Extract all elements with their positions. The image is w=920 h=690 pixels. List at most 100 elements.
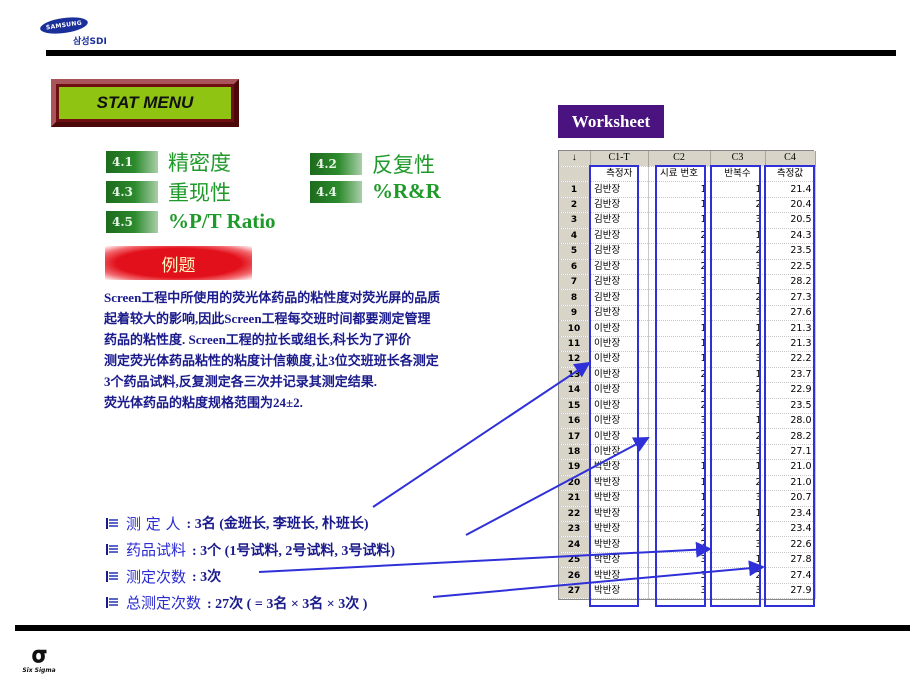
cell-value[interactable]: 23.5 [765,398,816,414]
cell-sample[interactable]: 1 [648,336,711,353]
cell-value[interactable]: 23.7 [765,367,816,384]
cell-value[interactable]: 21.0 [765,459,816,476]
cell-operator[interactable]: 김반장 [590,197,649,214]
cell-operator[interactable]: 박반장 [590,459,649,476]
cell-operator[interactable]: 김반장 [590,259,649,276]
cell-sample[interactable]: 3 [648,567,711,584]
cell-value[interactable]: 27.3 [765,289,816,306]
cell-trial[interactable]: 2 [710,336,766,353]
cell-sample[interactable]: 3 [648,444,711,461]
cell-sample[interactable]: 2 [648,243,711,260]
cell-operator[interactable]: 이반장 [590,320,649,337]
row-number[interactable]: 1 [559,181,591,198]
cell-operator[interactable]: 김반장 [590,228,649,245]
row-number[interactable]: 20 [559,475,591,492]
cell-trial[interactable]: 3 [710,444,766,461]
cell-value[interactable]: 23.5 [765,243,816,260]
cell-sample[interactable]: 1 [648,351,711,368]
column-id[interactable]: C2 [648,151,711,167]
row-number[interactable]: 9 [559,305,591,322]
cell-operator[interactable]: 이반장 [590,367,649,384]
row-number[interactable]: 22 [559,506,591,523]
cell-operator[interactable]: 이반장 [590,444,649,461]
cell-sample[interactable]: 3 [648,305,711,322]
cell-operator[interactable]: 박반장 [590,536,649,553]
cell-sample[interactable]: 2 [648,259,711,276]
cell-trial[interactable]: 2 [710,289,766,306]
cell-value[interactable]: 20.5 [765,212,816,229]
cell-sample[interactable]: 2 [648,521,711,538]
row-number[interactable]: 17 [559,428,591,445]
cell-trial[interactable]: 2 [710,567,766,584]
cell-operator[interactable]: 박반장 [590,583,649,600]
cell-trial[interactable]: 1 [710,552,766,569]
cell-sample[interactable]: 2 [648,536,711,553]
cell-value[interactable]: 24.3 [765,228,816,245]
cell-operator[interactable]: 이반장 [590,351,649,368]
cell-operator[interactable]: 박반장 [590,521,649,538]
cell-trial[interactable]: 2 [710,382,766,399]
cell-trial[interactable]: 1 [710,506,766,523]
cell-trial[interactable]: 3 [710,351,766,368]
row-number[interactable]: 27 [559,583,591,600]
cell-trial[interactable]: 3 [710,536,766,553]
cell-trial[interactable]: 3 [710,583,766,600]
row-number[interactable]: 16 [559,413,591,430]
row-number[interactable]: 3 [559,212,591,229]
row-number[interactable]: 4 [559,228,591,245]
cell-value[interactable]: 28.2 [765,428,816,445]
cell-sample[interactable]: 2 [648,228,711,245]
cell-operator[interactable]: 김반장 [590,274,649,291]
cell-operator[interactable]: 박반장 [590,506,649,523]
row-number[interactable]: 25 [559,552,591,569]
cell-trial[interactable]: 1 [710,367,766,384]
cell-operator[interactable]: 김반장 [590,181,649,198]
cell-operator[interactable]: 김반장 [590,243,649,260]
cell-sample[interactable]: 3 [648,583,711,600]
cell-value[interactable]: 22.5 [765,259,816,276]
cell-operator[interactable]: 이반장 [590,336,649,353]
row-number[interactable]: 18 [559,444,591,461]
column-name[interactable]: 측정자 [590,166,649,183]
cell-trial[interactable]: 2 [710,197,766,214]
row-number[interactable]: 23 [559,521,591,538]
cell-sample[interactable]: 3 [648,552,711,569]
cell-trial[interactable]: 3 [710,259,766,276]
cell-operator[interactable]: 이반장 [590,428,649,445]
row-number[interactable]: 14 [559,382,591,399]
cell-sample[interactable]: 2 [648,398,711,414]
cell-trial[interactable]: 2 [710,521,766,538]
cell-operator[interactable]: 이반장 [590,413,649,430]
cell-sample[interactable]: 1 [648,181,711,198]
cell-value[interactable]: 28.0 [765,413,816,430]
menu-item-repeatability[interactable]: 4.2 反复性 [310,149,435,179]
row-number[interactable]: 24 [559,536,591,553]
cell-value[interactable]: 20.7 [765,490,816,507]
menu-item-reproducibility[interactable]: 4.3 重现性 [106,177,231,207]
cell-sample[interactable]: 2 [648,367,711,384]
column-name[interactable]: 시료 번호 [648,166,711,183]
column-id[interactable]: C1-T [590,151,649,167]
cell-trial[interactable]: 1 [710,459,766,476]
column-id[interactable]: C4 [765,151,816,167]
cell-value[interactable]: 22.2 [765,351,816,368]
row-number[interactable]: 7 [559,274,591,291]
stat-menu-button[interactable]: STAT MENU [51,79,239,127]
worksheet-grid[interactable]: ↓ C1-T C2 C3 C4 측정자 시료 번호 반복수 측정값 1 김반장 1 1… [558,150,816,601]
cell-trial[interactable]: 1 [710,413,766,430]
cell-trial[interactable]: 3 [710,305,766,322]
cell-value[interactable]: 22.6 [765,536,816,553]
row-number[interactable]: 21 [559,490,591,507]
cell-value[interactable]: 21.4 [765,181,816,198]
cell-operator[interactable]: 이반장 [590,398,649,414]
row-number[interactable]: 19 [559,459,591,476]
cell-operator[interactable]: 박반장 [590,490,649,507]
cell-trial[interactable]: 2 [710,428,766,445]
cell-operator[interactable]: 박반장 [590,552,649,569]
column-name[interactable]: 반복수 [710,166,766,183]
cell-trial[interactable]: 2 [710,475,766,492]
cell-operator[interactable]: 이반장 [590,382,649,399]
cell-value[interactable]: 22.9 [765,382,816,399]
row-number[interactable]: 11 [559,336,591,353]
cell-trial[interactable]: 3 [710,490,766,507]
